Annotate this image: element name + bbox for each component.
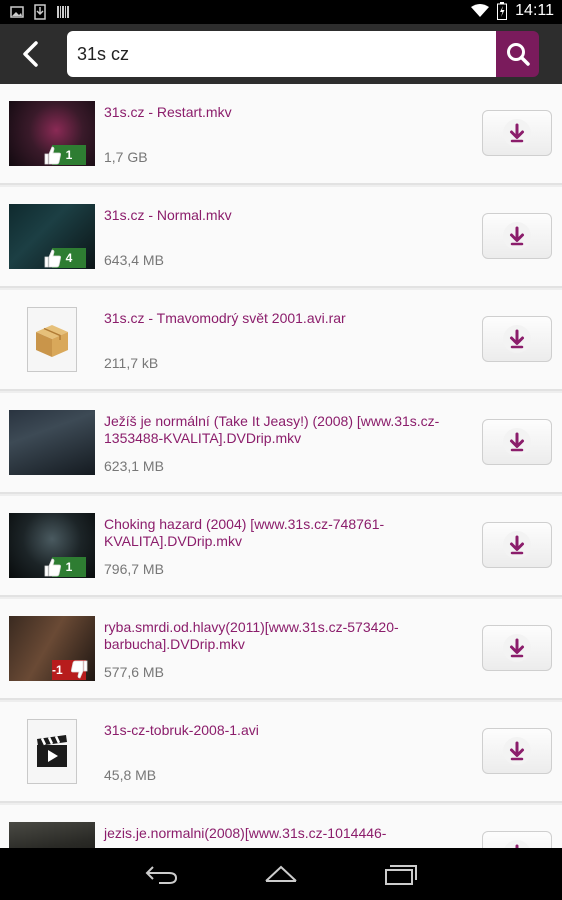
file-thumbnail (27, 307, 77, 372)
result-row[interactable]: 1 Choking hazard (2004) [www.31s.cz-7487… (0, 496, 562, 597)
video-thumbnail: 1 (9, 101, 95, 166)
back-arrow-icon (23, 41, 38, 67)
rating-count: 1 (65, 560, 73, 574)
nav-recents-button[interactable] (379, 860, 423, 888)
file-name: jezis.je.normalni(2008)[www.31s.cz-10144… (104, 825, 387, 841)
download-button[interactable] (482, 419, 552, 465)
file-name: Ježíš je normální (Take It Jeasy!) (2008… (104, 413, 440, 446)
nav-back-icon (145, 866, 178, 884)
video-thumbnail (9, 410, 95, 475)
download-icon (503, 737, 531, 765)
clapperboard-icon (37, 734, 67, 767)
file-size: 796,7 MB (104, 561, 164, 577)
download-icon (503, 325, 531, 353)
download-notification-icon (34, 4, 46, 20)
download-button[interactable] (482, 316, 552, 362)
rating-count: -1 (52, 663, 63, 677)
rating-badge: -1 (42, 660, 88, 680)
download-icon (503, 119, 531, 147)
results-list: 1 31s.cz - Restart.mkv 1,7 GB 4 31s.cz -… (0, 84, 562, 848)
result-row[interactable]: 31s.cz - Tmavomodrý svět 2001.avi.rar 21… (0, 290, 562, 391)
file-name: Choking hazard (2004) [www.31s.cz-748761… (104, 516, 385, 549)
video-thumbnail: -1 (9, 616, 95, 681)
video-thumbnail (9, 822, 95, 848)
search-input[interactable] (67, 31, 477, 77)
file-name: 31s.cz - Normal.mkv (104, 207, 232, 223)
download-icon (503, 634, 531, 662)
video-thumbnail: 1 (9, 513, 95, 578)
download-button[interactable] (482, 522, 552, 568)
download-button[interactable] (482, 728, 552, 774)
archive-box-icon (36, 324, 68, 357)
result-row[interactable]: 31s-cz-tobruk-2008-1.avi 45,8 MB (0, 702, 562, 803)
result-row[interactable]: -1 ryba.smrdi.od.hlavy(2011)[www.31s.cz-… (0, 599, 562, 700)
download-button[interactable] (482, 110, 552, 156)
file-size: 577,6 MB (104, 664, 164, 680)
search-button[interactable] (496, 31, 539, 77)
recent-apps-icon (385, 865, 417, 885)
file-name: 31s.cz - Restart.mkv (104, 104, 232, 120)
status-bar: 14:11 (0, 0, 562, 24)
download-icon (504, 840, 530, 848)
file-size: 623,1 MB (104, 458, 164, 474)
barcode-icon (57, 6, 69, 18)
download-icon (503, 428, 531, 456)
download-button[interactable] (482, 831, 552, 848)
nav-back-button[interactable] (140, 860, 184, 888)
rating-count: 1 (65, 148, 73, 162)
rating-badge: 1 (42, 557, 86, 577)
file-name: 31s.cz - Tmavomodrý svět 2001.avi.rar (104, 310, 346, 326)
rating-count: 4 (65, 251, 73, 265)
search-icon (506, 43, 530, 66)
result-row[interactable]: 1 31s.cz - Restart.mkv 1,7 GB (0, 84, 562, 185)
file-thumbnail (27, 719, 77, 784)
nav-home-button[interactable] (259, 860, 303, 888)
home-icon (265, 865, 297, 882)
result-row[interactable]: 4 31s.cz - Normal.mkv 643,4 MB (0, 187, 562, 288)
result-row[interactable]: Ježíš je normální (Take It Jeasy!) (2008… (0, 393, 562, 494)
system-navigation-bar (0, 848, 562, 900)
video-thumbnail: 4 (9, 204, 95, 269)
download-button[interactable] (482, 213, 552, 259)
file-size: 211,7 kB (104, 355, 159, 371)
search-box (67, 31, 497, 77)
back-button[interactable] (14, 37, 48, 71)
file-size: 1,7 GB (104, 149, 148, 165)
download-icon (503, 222, 531, 250)
rating-badge: 4 (42, 248, 86, 268)
image-icon (10, 6, 24, 18)
status-clock: 14:11 (515, 2, 554, 19)
wifi-icon (471, 4, 490, 17)
rating-badge: 1 (42, 145, 86, 165)
download-icon (503, 531, 531, 559)
file-size: 45,8 MB (104, 767, 157, 783)
download-button[interactable] (482, 625, 552, 671)
file-size: 643,4 MB (104, 252, 164, 268)
search-toolbar (0, 24, 562, 84)
file-name: 31s-cz-tobruk-2008-1.avi (104, 722, 259, 738)
file-name: ryba.smrdi.od.hlavy(2011)[www.31s.cz-573… (104, 619, 399, 652)
battery-icon (497, 2, 508, 20)
result-row[interactable]: jezis.je.normalni(2008)[www.31s.cz-10144… (0, 805, 562, 848)
